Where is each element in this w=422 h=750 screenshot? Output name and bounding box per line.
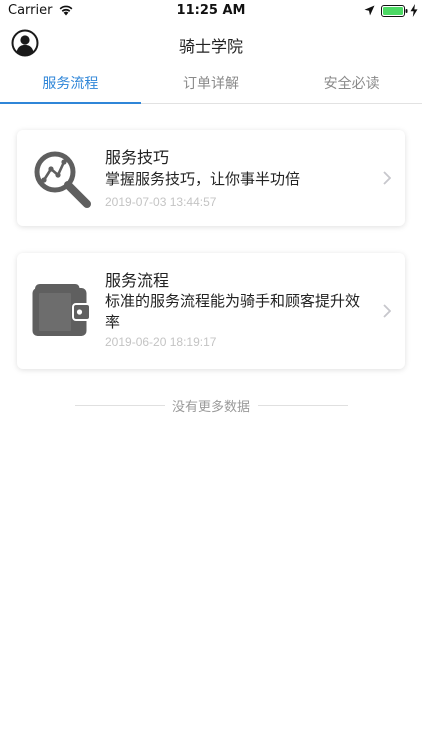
article-list: 服务技巧 掌握服务技巧，让你事半功倍 2019-07-03 13:44:57 服… (0, 104, 422, 750)
article-card-service-tips[interactable]: 服务技巧 掌握服务技巧，让你事半功倍 2019-07-03 13:44:57 (17, 130, 405, 226)
clock-time: 11:25 AM (176, 3, 246, 18)
wallet-icon (32, 284, 91, 336)
page-title: 骑士学院 (178, 37, 243, 56)
no-more-data-indicator: 没有更多数据 (0, 396, 422, 415)
tab-order-details[interactable]: 订单详解 (141, 66, 282, 103)
no-more-data-text: 没有更多数据 (171, 400, 250, 415)
tab-bar: 服务流程 订单详解 安全必读 (0, 66, 422, 104)
card-title: 服务技巧 (105, 148, 170, 167)
status-bar: Carrier 11:25 AM (0, 0, 422, 22)
card-date: 2019-07-03 13:44:57 (105, 195, 217, 209)
magnifier-chart-icon (34, 151, 91, 208)
card-description: 掌握服务技巧，让你事半功倍 (105, 170, 301, 188)
chevron-right-icon (383, 171, 391, 185)
card-title: 服务流程 (105, 271, 170, 290)
battery-icon (381, 5, 408, 17)
card-description: 标准的服务流程能为骑手和顾客提升效率 (105, 292, 361, 331)
charging-bolt-icon (410, 4, 418, 17)
navigation-bar: 骑士学院 (0, 22, 422, 66)
location-arrow-icon (364, 5, 375, 16)
divider-line (258, 405, 348, 406)
card-date: 2019-06-20 18:19:17 (105, 335, 217, 349)
article-card-service-process[interactable]: 服务流程 标准的服务流程能为骑手和顾客提升效率 2019-06-20 18:19… (17, 253, 405, 369)
tab-safety-reading[interactable]: 安全必读 (281, 66, 422, 103)
chevron-right-icon (383, 304, 391, 318)
tab-service-process[interactable]: 服务流程 (0, 66, 141, 104)
